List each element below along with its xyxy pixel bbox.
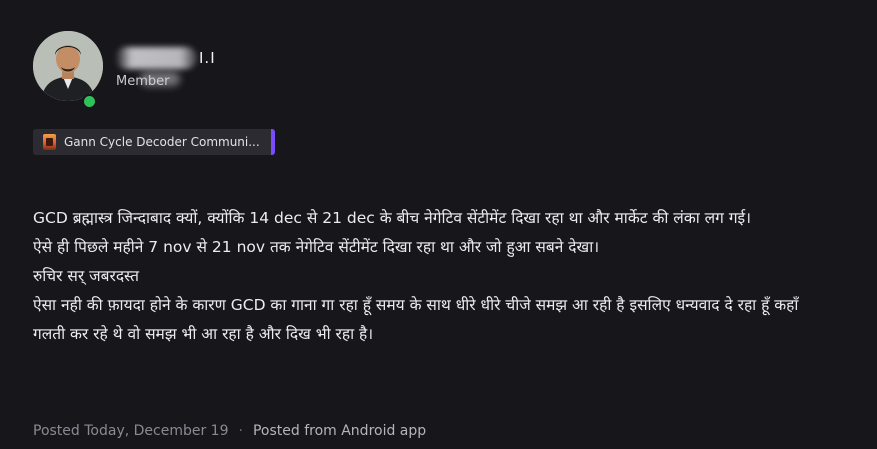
post-line: रुचिर सर् जबरदस्त [33,267,139,285]
posted-date[interactable]: Posted Today, December 19 [33,423,229,439]
post-line: ऐसे ही पिछले महीने 7 nov से 21 nov तक ने… [33,238,600,256]
person-photo-icon [33,31,103,101]
meta-separator: · [238,423,243,439]
author-avatar[interactable] [33,31,103,101]
post-body: GCD ब्रह्मास्त्र जिन्दाबाद क्यों, क्योंक… [33,204,823,349]
redacted-role-blur [140,72,180,86]
community-label: Gann Cycle Decoder Communi... [64,135,260,149]
redacted-name-blur [115,47,197,69]
online-status-icon [82,94,97,109]
posted-source: Posted from Android app [252,423,427,439]
post-meta: Posted Today, December 19 · Posted from … [33,423,426,439]
post-card: I.I Member Gann Cycle Decoder Communi...… [0,0,877,449]
community-chip[interactable]: Gann Cycle Decoder Communi... [33,129,275,155]
post-line: ऐसा नही की फ़ायदा होने के कारण GCD का गा… [33,296,799,343]
community-logo-icon [43,134,56,150]
author-name[interactable]: I.I [115,47,216,69]
post-line: GCD ब्रह्मास्त्र जिन्दाबाद क्यों, क्योंक… [33,209,752,227]
author-name-suffix: I.I [199,49,216,67]
